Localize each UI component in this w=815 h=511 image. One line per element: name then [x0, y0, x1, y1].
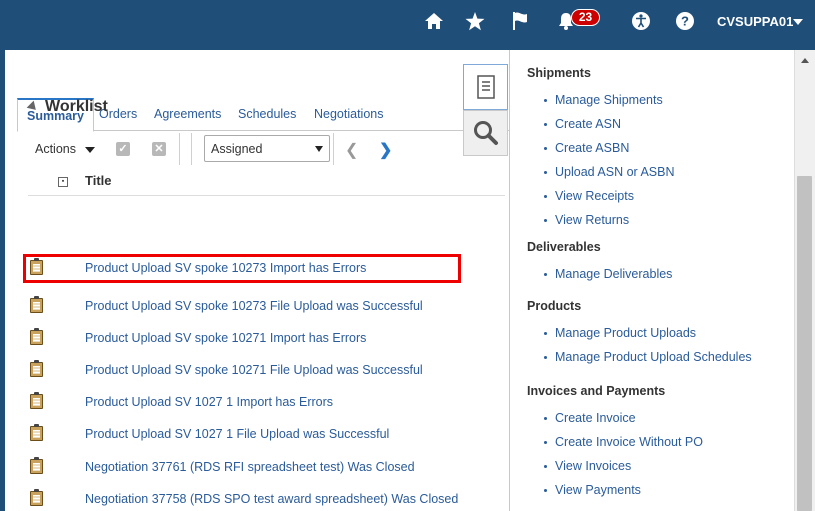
- task-link[interactable]: View Invoices: [543, 459, 631, 473]
- column-title-header[interactable]: Title: [85, 173, 112, 188]
- user-menu[interactable]: CVSUPPA01: [717, 14, 793, 29]
- filter-value: Assigned: [211, 142, 263, 156]
- approve-icon[interactable]: ✓: [116, 142, 130, 156]
- star-icon[interactable]: [463, 9, 487, 33]
- task-link[interactable]: Create ASN: [543, 117, 621, 131]
- document-icon: [476, 75, 495, 99]
- task-link[interactable]: View Receipts: [544, 189, 634, 203]
- chevron-down-icon[interactable]: [793, 19, 803, 25]
- task-link[interactable]: Manage Product Upload Schedules: [544, 350, 752, 364]
- task-link[interactable]: Upload ASN or ASBN: [544, 165, 675, 179]
- worklist-filter-select[interactable]: Assigned: [204, 135, 330, 162]
- list-item[interactable]: Negotiation 37761 (RDS RFI spreadsheet t…: [16, 453, 505, 481]
- list-item[interactable]: Product Upload SV spoke 10271 File Uploa…: [16, 356, 505, 384]
- collapse-icon[interactable]: [26, 100, 40, 114]
- notification-link[interactable]: Product Upload SV 1027 1 File Upload was…: [85, 427, 389, 441]
- tab-agreements[interactable]: Agreements: [145, 98, 230, 131]
- divider: [191, 133, 192, 165]
- clipboard-icon: [30, 489, 43, 506]
- divider: [333, 133, 334, 165]
- search-icon: [473, 121, 498, 145]
- home-icon[interactable]: [422, 9, 446, 33]
- clipboard-icon: [30, 392, 43, 409]
- column-select-icon[interactable]: ▪: [58, 177, 68, 187]
- flag-icon[interactable]: [510, 9, 534, 33]
- task-link[interactable]: Manage Deliverables: [543, 267, 672, 281]
- list-item[interactable]: Product Upload SV spoke 10273 File Uploa…: [16, 292, 505, 320]
- list-item[interactable]: Product Upload SV spoke 10271 Import has…: [16, 324, 505, 352]
- chevron-down-icon: [315, 146, 323, 152]
- tasks-panel-toggle[interactable]: [463, 64, 508, 110]
- section-title: Products: [527, 299, 582, 313]
- task-link[interactable]: Manage Product Uploads: [543, 326, 696, 340]
- notification-link[interactable]: Product Upload SV spoke 10273 File Uploa…: [85, 299, 423, 313]
- task-link[interactable]: Manage Shipments: [544, 93, 663, 107]
- tasks-panel: Shipments Manage Shipments Create ASN Cr…: [509, 50, 794, 511]
- help-icon[interactable]: ?: [673, 9, 697, 33]
- clipboard-icon: [30, 457, 43, 474]
- notification-badge[interactable]: 23: [571, 9, 600, 26]
- task-link[interactable]: View Payments: [544, 483, 641, 497]
- tab-schedules[interactable]: Schedules: [229, 98, 305, 131]
- next-page-icon[interactable]: ❯: [379, 140, 392, 160]
- notification-link[interactable]: Negotiation 37761 (RDS RFI spreadsheet t…: [85, 460, 415, 474]
- reject-icon[interactable]: ✕: [152, 142, 166, 156]
- divider: [179, 133, 180, 165]
- notification-link[interactable]: Negotiation 37758 (RDS SPO test award sp…: [85, 492, 458, 506]
- previous-page-icon[interactable]: ❮: [345, 140, 358, 160]
- notification-link[interactable]: Product Upload SV spoke 10271 File Uploa…: [85, 363, 423, 377]
- highlight-box: [23, 254, 461, 283]
- worklist-title: Worklist: [45, 98, 108, 115]
- top-header: 23 ? CVSUPPA01: [0, 0, 815, 44]
- list-item[interactable]: Product Upload SV 1027 1 File Upload was…: [16, 420, 505, 448]
- notification-link[interactable]: Product Upload SV 1027 1 Import has Erro…: [85, 395, 333, 409]
- section-title: Invoices and Payments: [527, 384, 666, 398]
- list-item[interactable]: Negotiation 37758 (RDS SPO test award sp…: [16, 485, 505, 511]
- scrollbar[interactable]: [794, 50, 815, 511]
- list-item[interactable]: Product Upload SV 1027 1 Import has Erro…: [16, 388, 505, 416]
- section-title: Shipments: [527, 66, 591, 80]
- section-title: Deliverables: [527, 240, 601, 254]
- clipboard-icon: [30, 360, 43, 377]
- task-link[interactable]: Create ASBN: [543, 141, 629, 155]
- scrollbar-thumb[interactable]: [797, 176, 812, 511]
- actions-menu[interactable]: Actions: [35, 142, 76, 156]
- task-link[interactable]: View Returns: [543, 213, 629, 227]
- clipboard-icon: [30, 424, 43, 441]
- task-link[interactable]: Create Invoice: [544, 411, 636, 425]
- chevron-down-icon[interactable]: [85, 147, 95, 153]
- clipboard-icon: [30, 328, 43, 345]
- worklist-column-header: ▪ Title: [28, 168, 505, 196]
- scroll-up-icon[interactable]: [801, 58, 809, 63]
- notification-link[interactable]: Product Upload SV spoke 10271 Import has…: [85, 331, 366, 345]
- svg-text:?: ?: [681, 14, 689, 29]
- clipboard-icon: [30, 296, 43, 313]
- worklist-header[interactable]: Worklist: [26, 98, 108, 116]
- accessibility-icon[interactable]: [629, 9, 653, 33]
- task-link[interactable]: Create Invoice Without PO: [544, 435, 703, 449]
- search-panel-toggle[interactable]: [463, 110, 508, 156]
- tab-negotiations[interactable]: Negotiations: [305, 98, 393, 131]
- worklist-toolbar: Actions ✓ ✕ Assigned ❮ ❯: [28, 133, 503, 165]
